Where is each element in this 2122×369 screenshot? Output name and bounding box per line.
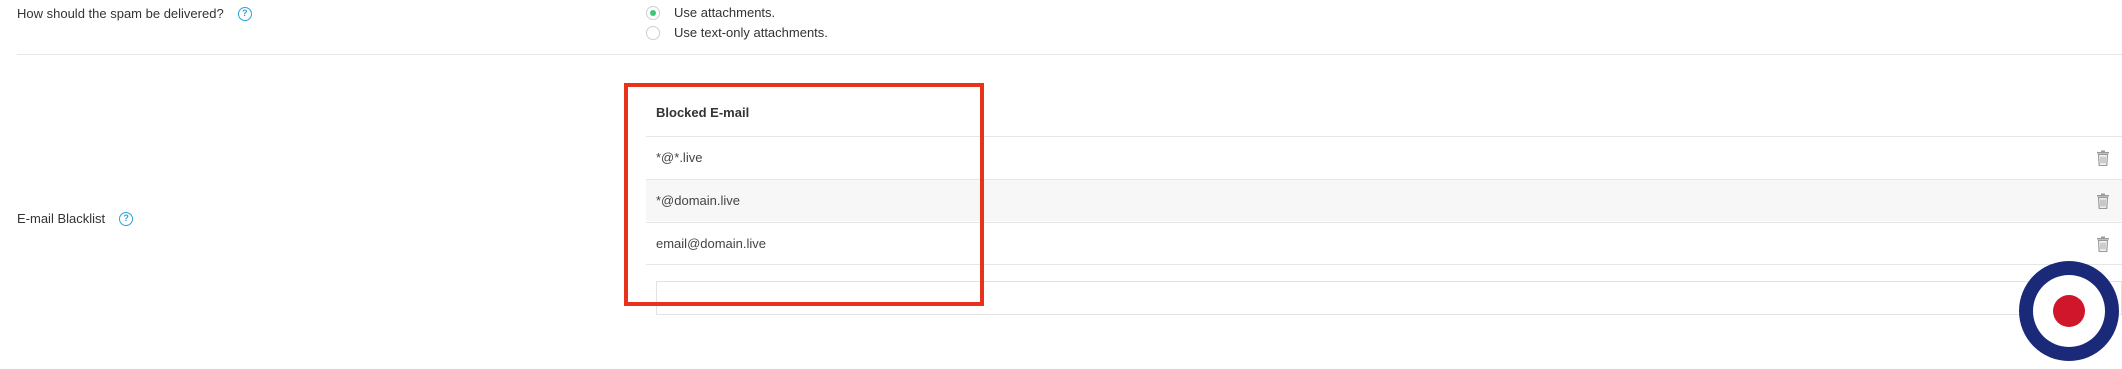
help-icon[interactable]: ?: [237, 6, 252, 21]
blacklist-row-label: E-mail Blacklist ?: [17, 211, 134, 226]
roundel-icon[interactable]: [2019, 261, 2119, 361]
blocked-email-cell: *@domain.live: [656, 193, 741, 208]
table-row: *@domain.live: [646, 179, 2122, 221]
blocked-email-cell: email@domain.live: [656, 236, 767, 251]
radio-button[interactable]: [646, 25, 660, 40]
radio-option-text-only[interactable]: Use text-only attachments.: [646, 25, 828, 40]
spam-delivery-row-label: How should the spam be delivered? ?: [17, 6, 252, 21]
radio-label: Use attachments.: [674, 5, 776, 20]
radio-button-selected[interactable]: [646, 5, 660, 20]
help-icon[interactable]: ?: [119, 211, 134, 226]
settings-page: How should the spam be delivered? ? Use …: [0, 0, 2122, 369]
blocked-email-cell: *@*.live: [656, 150, 703, 165]
trash-icon[interactable]: [2096, 236, 2110, 252]
table-row: email@domain.live: [646, 222, 2122, 265]
table-row: *@*.live: [646, 136, 2122, 178]
blacklist-label: E-mail Blacklist: [17, 211, 106, 226]
trash-icon[interactable]: [2096, 150, 2110, 166]
new-blocked-email-input[interactable]: [656, 281, 2122, 315]
column-header-blocked-email: Blocked E-mail: [656, 105, 750, 120]
spam-delivery-label: How should the spam be delivered?: [17, 6, 224, 21]
trash-icon[interactable]: [2096, 193, 2110, 209]
radio-label: Use text-only attachments.: [674, 25, 828, 40]
radio-option-attachments[interactable]: Use attachments.: [646, 5, 775, 20]
section-divider: [17, 54, 2122, 55]
